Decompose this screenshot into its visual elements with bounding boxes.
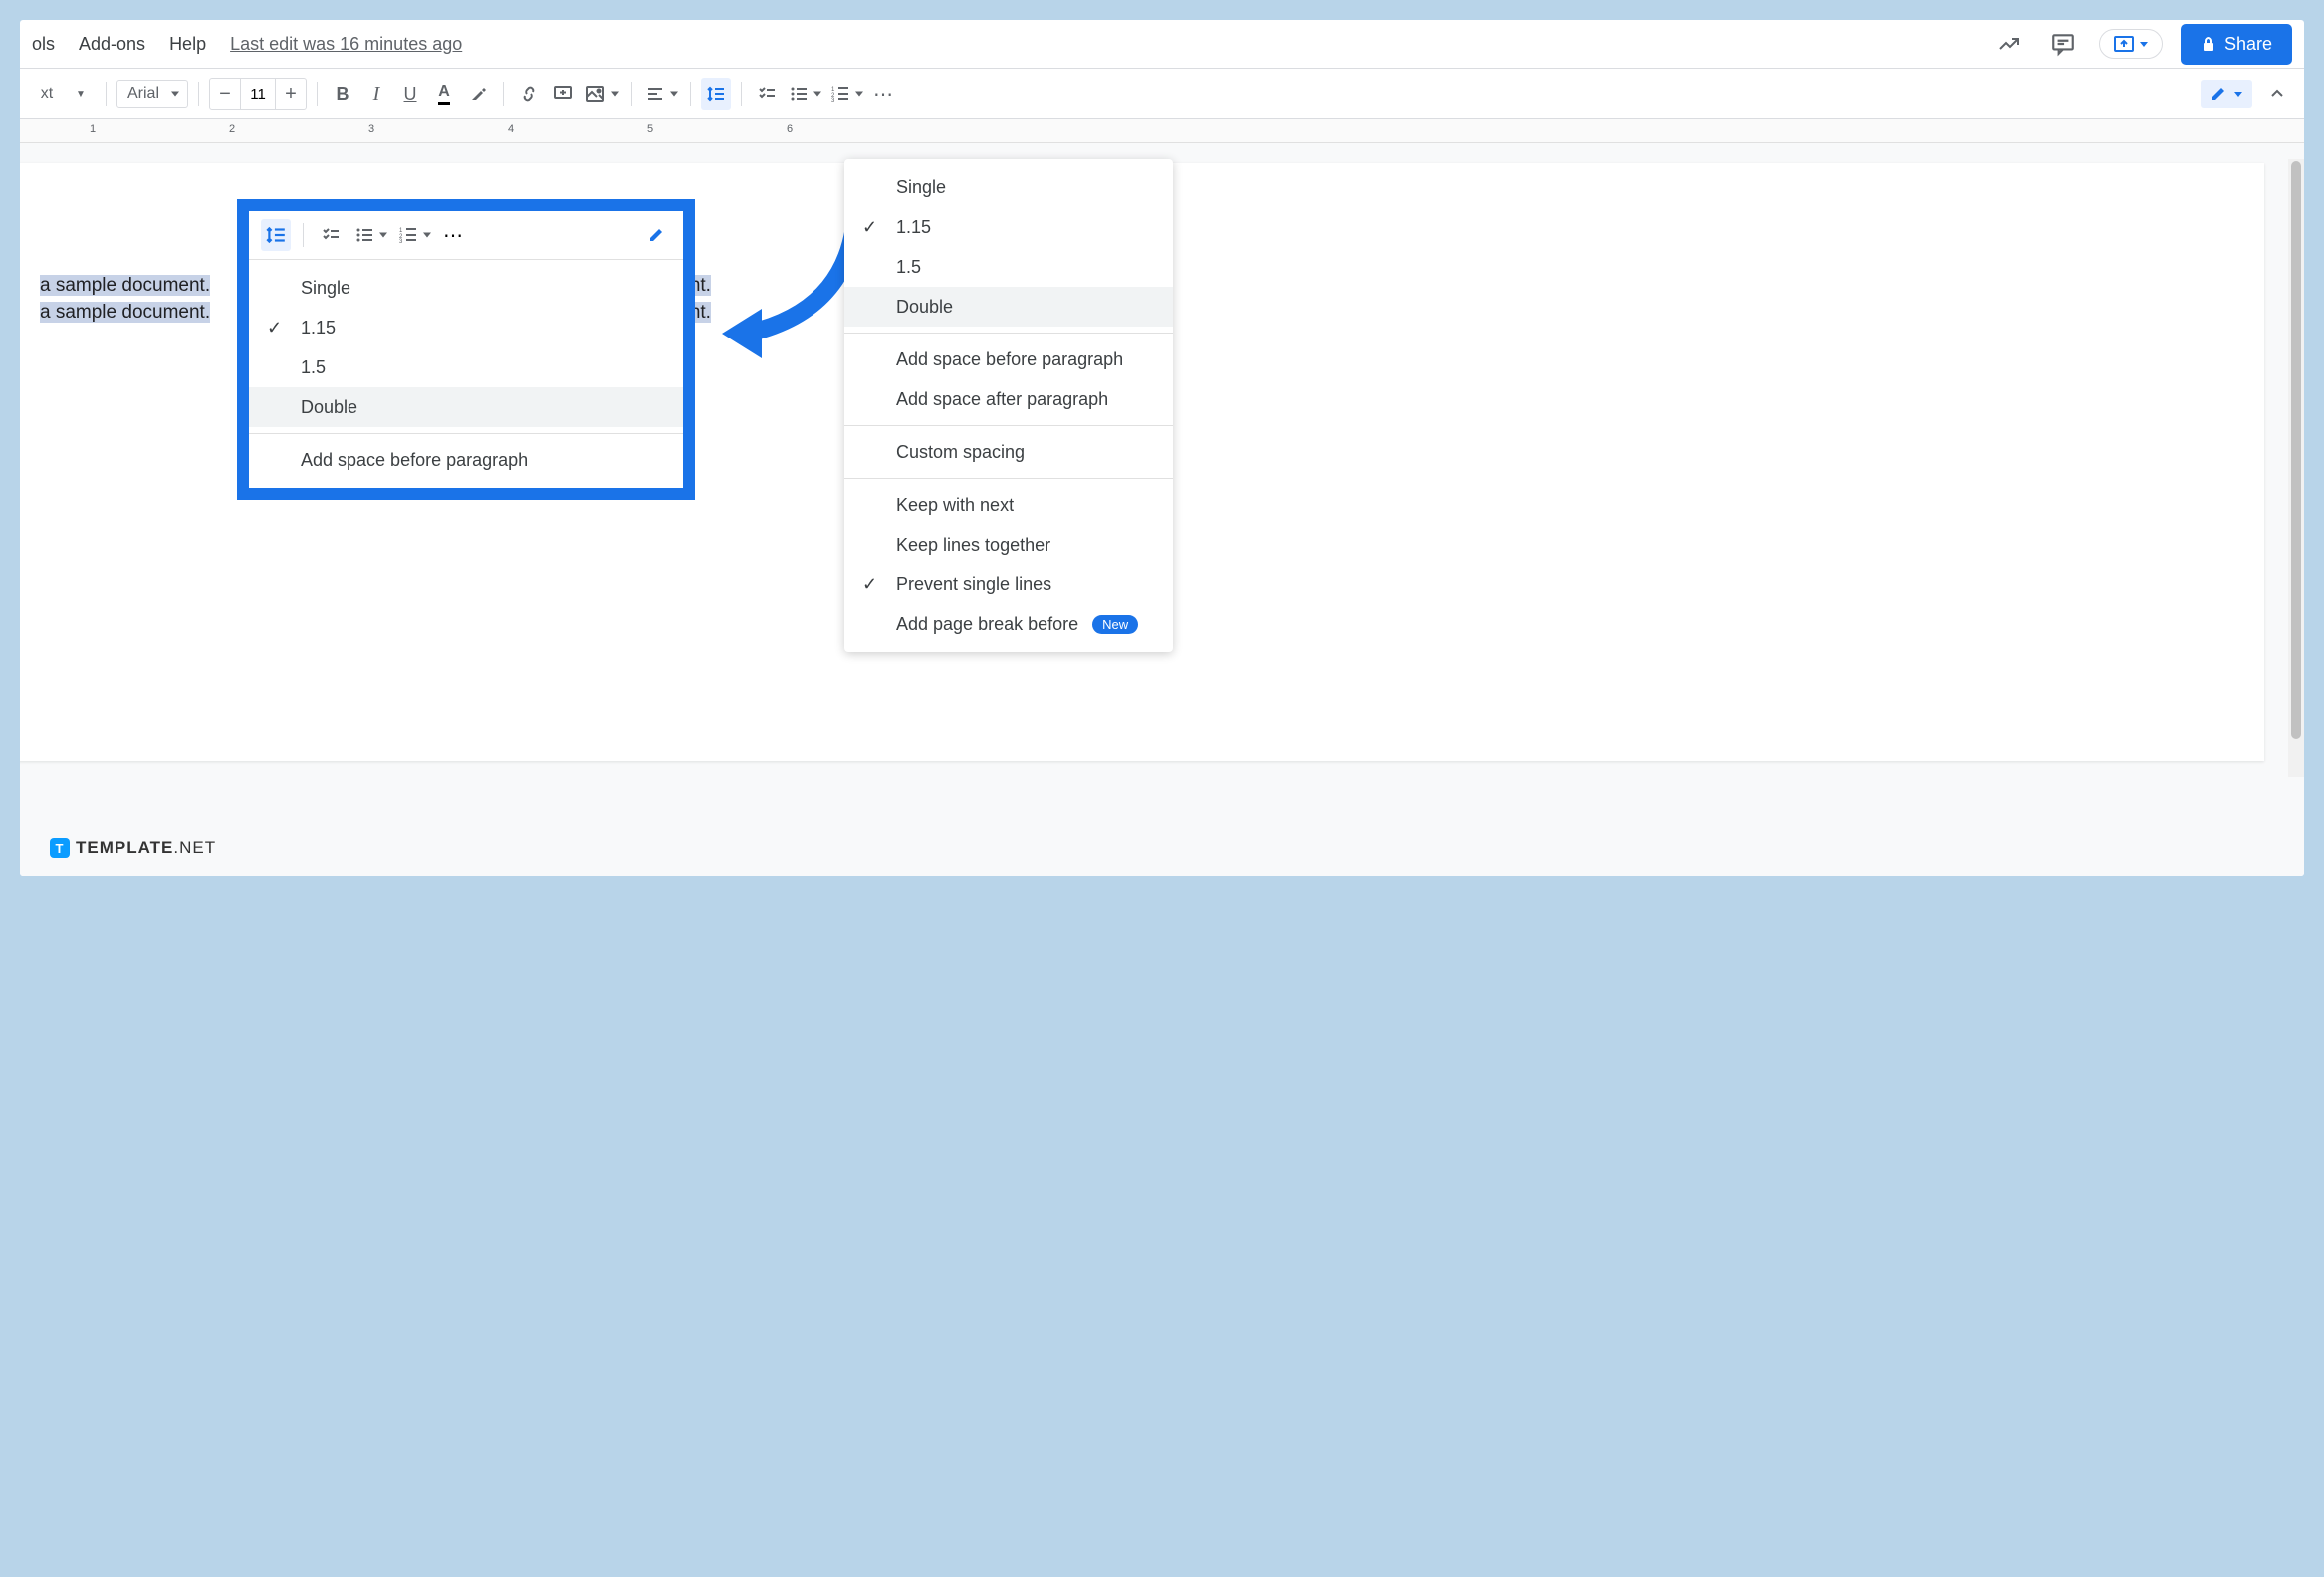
menubar-left: ols Add-ons Help Last edit was 16 minute… xyxy=(32,34,462,55)
share-label: Share xyxy=(2224,34,2272,55)
spacing-115[interactable]: ✓1.15 xyxy=(844,207,1173,247)
underline-button[interactable]: U xyxy=(395,78,425,110)
increase-font-button[interactable]: + xyxy=(276,79,306,109)
lock-icon xyxy=(2201,36,2216,52)
present-button[interactable] xyxy=(2099,29,2163,59)
ruler-tick-4: 4 xyxy=(508,123,514,135)
keep-lines-together[interactable]: Keep lines together xyxy=(844,525,1173,564)
comments-icon[interactable] xyxy=(2045,26,2081,62)
custom-spacing[interactable]: Custom spacing xyxy=(844,432,1173,472)
pencil-icon xyxy=(648,227,664,243)
check-icon: ✓ xyxy=(862,217,877,238)
checklist-button[interactable] xyxy=(752,78,782,110)
ruler-tick-5: 5 xyxy=(647,123,653,135)
ruler-tick-2: 2 xyxy=(229,123,235,135)
menu-tools[interactable]: ols xyxy=(32,34,55,55)
chevron-down-icon[interactable]: ▼ xyxy=(66,78,96,110)
font-size-box: − + xyxy=(209,78,307,110)
svg-text:3: 3 xyxy=(399,239,403,244)
editing-mode-button[interactable] xyxy=(2201,80,2252,108)
scroll-thumb[interactable] xyxy=(2291,161,2301,739)
callout-spacing-115[interactable]: ✓1.15 xyxy=(249,308,683,347)
ruler-tick-1: 1 xyxy=(90,123,96,135)
page-break-before[interactable]: Add page break beforeNew xyxy=(844,604,1173,644)
callout-numbered-list-button[interactable]: 123 xyxy=(395,219,433,251)
callout-spacing-double[interactable]: Double xyxy=(249,387,683,427)
callout-bullet-list-button[interactable] xyxy=(351,219,389,251)
new-badge: New xyxy=(1092,615,1138,634)
decrease-font-button[interactable]: − xyxy=(210,79,240,109)
callout-spacing-single[interactable]: Single xyxy=(249,268,683,308)
callout-checklist-button[interactable] xyxy=(316,219,346,251)
line-spacing-button[interactable] xyxy=(701,78,731,110)
watermark-text: TEMPLATE.NET xyxy=(76,838,216,858)
callout-toolbar: 123 ⋯ xyxy=(249,211,683,259)
app-window: ols Add-ons Help Last edit was 16 minute… xyxy=(20,20,2304,876)
collapse-toolbar-button[interactable] xyxy=(2262,78,2292,110)
ruler[interactable]: 1 2 3 4 5 6 xyxy=(20,119,2304,143)
keep-with-next[interactable]: Keep with next xyxy=(844,485,1173,525)
callout-add-space-before[interactable]: Add space before paragraph xyxy=(249,440,683,480)
callout-more-button[interactable]: ⋯ xyxy=(439,219,469,251)
align-button[interactable] xyxy=(642,78,680,110)
callout-pencil-button[interactable] xyxy=(641,219,671,251)
toolbar: xt ▼ Arial − + B I U A xyxy=(20,68,2304,119)
menu-help[interactable]: Help xyxy=(169,34,206,55)
style-dropdown[interactable]: xt xyxy=(32,78,62,110)
insert-image-button[interactable] xyxy=(581,78,621,110)
share-button[interactable]: Share xyxy=(2181,24,2292,65)
spacing-15[interactable]: 1.5 xyxy=(844,247,1173,287)
callout-spacing-menu: Single ✓1.15 1.5 Double Add space before… xyxy=(249,259,683,488)
callout-spacing-15[interactable]: 1.5 xyxy=(249,347,683,387)
line-spacing-menu: Single ✓1.15 1.5 Double Add space before… xyxy=(844,159,1173,652)
highlight-button[interactable] xyxy=(463,78,493,110)
bold-button[interactable]: B xyxy=(328,78,357,110)
more-options-button[interactable]: ⋯ xyxy=(869,78,899,110)
callout-box: 123 ⋯ Single ✓1.15 1.5 Double Add space … xyxy=(237,199,695,500)
check-icon: ✓ xyxy=(862,574,877,595)
callout-line-spacing-button[interactable] xyxy=(261,219,291,251)
add-space-before[interactable]: Add space before paragraph xyxy=(844,339,1173,379)
spacing-single[interactable]: Single xyxy=(844,167,1173,207)
bullet-list-button[interactable] xyxy=(786,78,823,110)
numbered-list-button[interactable]: 123 xyxy=(827,78,865,110)
menubar: ols Add-ons Help Last edit was 16 minute… xyxy=(20,20,2304,68)
menu-addons[interactable]: Add-ons xyxy=(79,34,145,55)
watermark-logo-icon: T xyxy=(50,838,70,858)
italic-button[interactable]: I xyxy=(361,78,391,110)
ruler-tick-3: 3 xyxy=(368,123,374,135)
add-comment-button[interactable] xyxy=(548,78,578,110)
insert-link-button[interactable] xyxy=(514,78,544,110)
svg-text:3: 3 xyxy=(831,98,835,103)
text-color-button[interactable]: A xyxy=(429,78,459,110)
watermark: T TEMPLATE.NET xyxy=(50,838,216,858)
add-space-after[interactable]: Add space after paragraph xyxy=(844,379,1173,419)
activity-icon[interactable] xyxy=(1991,26,2027,62)
font-size-input[interactable] xyxy=(240,79,276,109)
last-edit-link[interactable]: Last edit was 16 minutes ago xyxy=(230,34,462,55)
ruler-tick-6: 6 xyxy=(787,123,793,135)
prevent-single-lines[interactable]: ✓Prevent single lines xyxy=(844,564,1173,604)
pencil-icon xyxy=(2210,86,2226,102)
menubar-right: Share xyxy=(1991,24,2292,65)
spacing-double[interactable]: Double xyxy=(844,287,1173,327)
check-icon: ✓ xyxy=(267,318,282,338)
scrollbar[interactable] xyxy=(2288,159,2304,777)
font-family-dropdown[interactable]: Arial xyxy=(116,80,188,108)
